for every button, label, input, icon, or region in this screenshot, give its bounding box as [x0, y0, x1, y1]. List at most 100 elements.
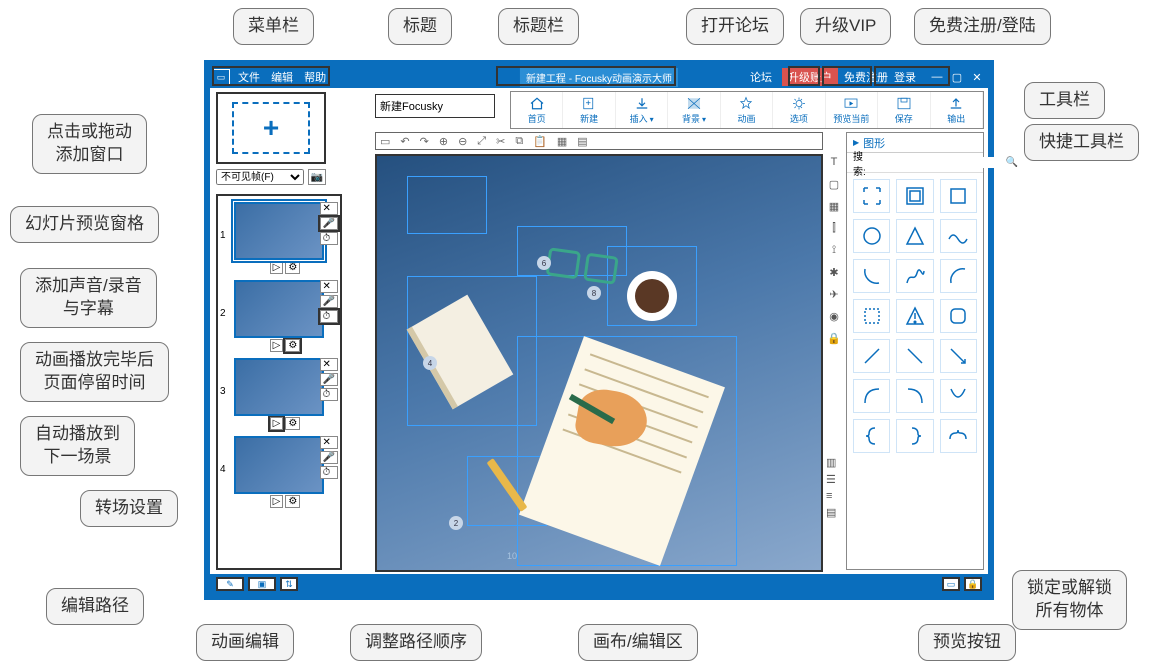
toolbar-insert-button[interactable]: 插入▾ — [616, 92, 668, 128]
anim-edit-button[interactable]: ▣ — [248, 577, 276, 591]
reorder-path-button[interactable]: ⇅ — [280, 577, 298, 591]
slide-gear-icon[interactable]: ⚙ — [285, 417, 300, 430]
shape-line-diag3[interactable] — [940, 339, 977, 373]
slide-close-icon[interactable]: ✕ — [320, 436, 338, 449]
forum-link[interactable]: 论坛 — [746, 68, 776, 86]
align-icon[interactable]: ☰ — [826, 473, 842, 486]
video-tool-icon[interactable]: ✱ — [826, 264, 842, 280]
undo-icon[interactable]: ↶ — [400, 135, 409, 148]
text-tool-icon[interactable]: T — [826, 154, 842, 170]
stack-icon[interactable]: ≡ — [826, 490, 842, 502]
slide-close-icon[interactable]: ✕ — [320, 202, 338, 215]
toolbar-home-button[interactable]: 首页 — [511, 92, 563, 128]
toolbar-options-button[interactable]: 选项 — [773, 92, 825, 128]
flash-tool-icon[interactable]: ◉ — [826, 308, 842, 324]
shape-arc-tr[interactable] — [940, 259, 977, 293]
slide-gear-icon[interactable]: ⚙ — [285, 495, 300, 508]
path-node[interactable]: 2 — [449, 516, 463, 530]
slide-thumb[interactable]: 3✕🎤⏱▷⚙ — [234, 358, 336, 430]
canvas-area[interactable]: 4 6 8 2 10 — [375, 154, 823, 572]
slide-play-icon[interactable]: ▷ — [270, 417, 284, 430]
shape-circle[interactable] — [853, 219, 890, 253]
maximize-button[interactable]: ▢ — [948, 71, 966, 84]
toolbar-preview-button[interactable]: 预览当前 — [826, 92, 878, 128]
login-link[interactable]: 登录 — [894, 69, 916, 85]
shape-arc-bl[interactable] — [853, 259, 890, 293]
path-node[interactable]: 6 — [537, 256, 551, 270]
shape-line-diag2[interactable] — [896, 339, 933, 373]
redo-icon[interactable]: ↷ — [420, 135, 429, 148]
slide-thumb[interactable]: 2✕🎤⏱▷⚙ — [234, 280, 336, 352]
shape-squiggle[interactable] — [896, 259, 933, 293]
paste-icon[interactable]: 📋 — [533, 135, 547, 148]
edit-path-button[interactable]: ✎ — [216, 577, 244, 591]
toolbar-export-button[interactable]: 输出 — [931, 92, 983, 128]
lock-tool-icon[interactable]: 🔒 — [826, 330, 842, 346]
shape-rect-frame[interactable] — [896, 179, 933, 213]
slide-mic-icon[interactable]: 🎤 — [320, 295, 338, 308]
zoom-out-icon[interactable]: ⊖ — [458, 135, 467, 148]
camera-icon[interactable]: 📷 — [308, 169, 326, 185]
fit-icon[interactable]: ⤢ — [477, 135, 486, 148]
menu-help[interactable]: 帮助 — [304, 72, 326, 84]
group-icon[interactable]: ▤ — [826, 506, 842, 519]
slide-timer-icon[interactable]: ⏱ — [320, 232, 338, 245]
register-link[interactable]: 免费注册 — [844, 69, 888, 85]
shape-wave[interactable] — [940, 219, 977, 253]
layers-icon[interactable]: ▥ — [826, 456, 842, 469]
project-title-input[interactable]: 新建Focusky — [375, 94, 495, 118]
send-back-icon[interactable]: ▤ — [577, 135, 587, 148]
slide-close-icon[interactable]: ✕ — [320, 358, 338, 371]
slide-close-icon[interactable]: ✕ — [320, 280, 338, 293]
menu-file[interactable]: 文件 — [238, 72, 260, 84]
shape-brace-t[interactable] — [940, 419, 977, 453]
toolbar-bg-button[interactable]: 背景▾ — [668, 92, 720, 128]
zoom-in-icon[interactable]: ⊕ — [439, 135, 448, 148]
menu-edit[interactable]: 编辑 — [271, 72, 293, 84]
shape-triangle[interactable] — [896, 219, 933, 253]
copy-icon[interactable]: ⧉ — [515, 135, 523, 148]
pointer-icon[interactable]: ▭ — [380, 135, 390, 148]
slide-thumb[interactable]: 4✕🎤⏱▷⚙ — [234, 436, 336, 508]
slide-play-icon[interactable]: ▷ — [270, 261, 284, 274]
slide-gear-icon[interactable]: ⚙ — [285, 339, 300, 352]
slide-timer-icon[interactable]: ⏱ — [320, 466, 338, 479]
toolbar-save-button[interactable]: 保存 — [878, 92, 930, 128]
preview-button[interactable]: ▭ — [942, 577, 960, 591]
bring-front-icon[interactable]: ▦ — [557, 135, 567, 148]
slide-mic-icon[interactable]: 🎤 — [320, 217, 338, 230]
shape-tool-icon[interactable]: ▢ — [826, 176, 842, 192]
canvas-coffee[interactable] — [627, 271, 677, 321]
shape-curve3[interactable] — [940, 379, 977, 413]
minimize-button[interactable]: — — [928, 71, 946, 84]
close-button[interactable]: ✕ — [968, 71, 986, 84]
slide-timer-icon[interactable]: ⏱ — [320, 310, 338, 323]
frame-mode-select[interactable]: 不可见帧(F) — [216, 169, 304, 185]
path-node[interactable]: 8 — [587, 286, 601, 300]
shape-dashed-rect[interactable] — [853, 299, 890, 333]
slide-thumb[interactable]: 1✕🎤⏱▷⚙ — [234, 202, 336, 274]
cut-icon[interactable]: ✂ — [496, 135, 505, 148]
slide-mic-icon[interactable]: 🎤 — [320, 373, 338, 386]
search-icon[interactable]: 🔍 — [1006, 157, 1018, 168]
slide-gear-icon[interactable]: ⚙ — [285, 261, 300, 274]
chart-tool-icon[interactable]: ⫿ — [826, 220, 842, 236]
shape-square[interactable] — [940, 179, 977, 213]
shape-line-diag1[interactable] — [853, 339, 890, 373]
shape-rect-corners[interactable] — [853, 179, 890, 213]
shape-brace-l[interactable] — [853, 419, 890, 453]
ruler-tool-icon[interactable]: ⟟ — [826, 242, 842, 258]
lock-all-button[interactable]: 🔒 — [964, 577, 982, 591]
slide-play-icon[interactable]: ▷ — [270, 339, 284, 352]
shape-curve2[interactable] — [896, 379, 933, 413]
slide-mic-icon[interactable]: 🎤 — [320, 451, 338, 464]
shape-brace-r[interactable] — [896, 419, 933, 453]
slide-play-icon[interactable]: ▷ — [270, 495, 284, 508]
panel-title[interactable]: 图形 — [847, 133, 983, 153]
path-node[interactable]: 4 — [423, 356, 437, 370]
upgrade-button[interactable]: 升级账户 — [782, 68, 838, 86]
toolbar-anim-button[interactable]: 动画 — [721, 92, 773, 128]
audio-tool-icon[interactable]: ✈ — [826, 286, 842, 302]
image-tool-icon[interactable]: ▦ — [826, 198, 842, 214]
shape-rounded[interactable] — [940, 299, 977, 333]
